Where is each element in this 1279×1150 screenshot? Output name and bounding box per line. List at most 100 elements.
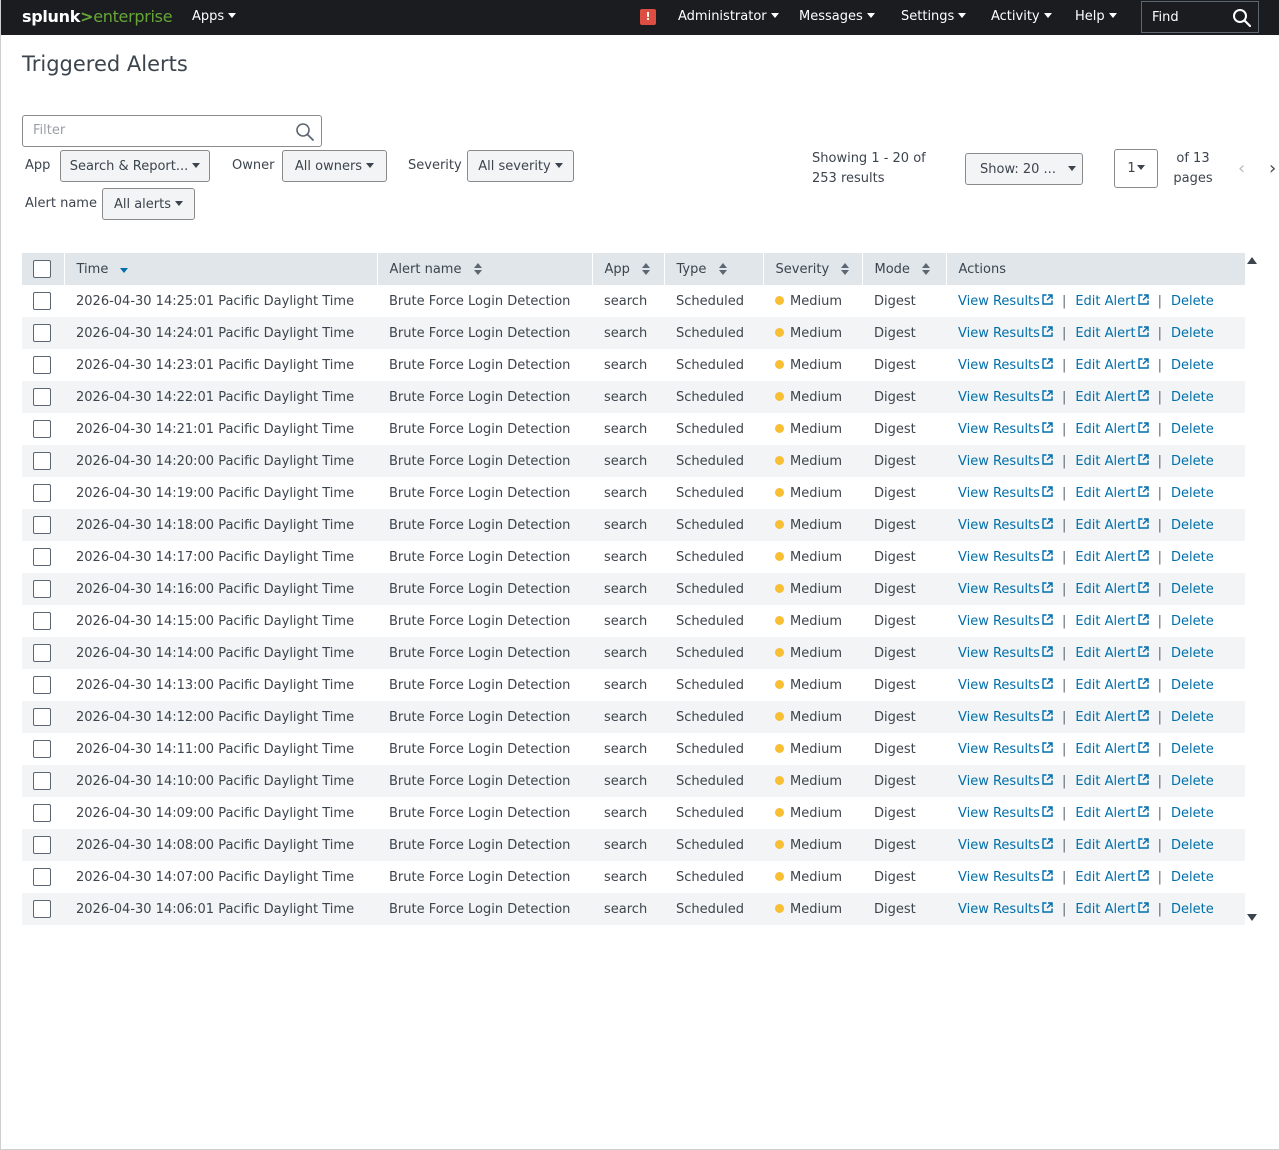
view-results-link[interactable]: View Results (958, 550, 1053, 565)
time-column-header[interactable]: Time (64, 253, 378, 285)
row-checkbox[interactable] (33, 740, 51, 758)
delete-link[interactable]: Delete (1171, 518, 1214, 533)
page-size-dropdown[interactable]: Show: 20 ... (965, 153, 1083, 185)
splunk-logo[interactable]: splunk>enterprise (22, 7, 173, 26)
app-dropdown[interactable]: Search & Report... (60, 150, 210, 182)
row-checkbox[interactable] (33, 580, 51, 598)
row-checkbox[interactable] (33, 548, 51, 566)
select-all-checkbox[interactable] (33, 260, 51, 278)
edit-alert-link[interactable]: Edit Alert (1075, 550, 1149, 565)
row-checkbox[interactable] (33, 388, 51, 406)
view-results-link[interactable]: View Results (958, 838, 1053, 853)
view-results-link[interactable]: View Results (958, 390, 1053, 405)
delete-link[interactable]: Delete (1171, 678, 1214, 693)
delete-link[interactable]: Delete (1171, 742, 1214, 757)
edit-alert-link[interactable]: Edit Alert (1075, 486, 1149, 501)
row-checkbox[interactable] (33, 516, 51, 534)
edit-alert-link[interactable]: Edit Alert (1075, 422, 1149, 437)
view-results-link[interactable]: View Results (958, 518, 1053, 533)
severity-dropdown[interactable]: All severity (467, 150, 574, 182)
edit-alert-link[interactable]: Edit Alert (1075, 358, 1149, 373)
row-checkbox[interactable] (33, 900, 51, 918)
alert-name-column-header[interactable]: Alert name (377, 253, 593, 285)
row-checkbox[interactable] (33, 484, 51, 502)
alert-badge-icon[interactable]: ! (640, 9, 656, 25)
alert-name-dropdown[interactable]: All alerts (102, 188, 195, 220)
edit-alert-link[interactable]: Edit Alert (1075, 742, 1149, 757)
view-results-link[interactable]: View Results (958, 582, 1053, 597)
row-checkbox[interactable] (33, 644, 51, 662)
row-checkbox[interactable] (33, 676, 51, 694)
row-checkbox[interactable] (33, 324, 51, 342)
delete-link[interactable]: Delete (1171, 390, 1214, 405)
view-results-link[interactable]: View Results (958, 358, 1053, 373)
delete-link[interactable]: Delete (1171, 326, 1214, 341)
view-results-link[interactable]: View Results (958, 614, 1053, 629)
delete-link[interactable]: Delete (1171, 550, 1214, 565)
view-results-link[interactable]: View Results (958, 870, 1053, 885)
next-page-button[interactable]: › (1269, 158, 1276, 179)
type-column-header[interactable]: Type (664, 253, 764, 285)
row-checkbox[interactable] (33, 868, 51, 886)
edit-alert-link[interactable]: Edit Alert (1075, 454, 1149, 469)
activity-menu[interactable]: Activity (991, 9, 1052, 24)
view-results-link[interactable]: View Results (958, 326, 1053, 341)
delete-link[interactable]: Delete (1171, 582, 1214, 597)
delete-link[interactable]: Delete (1171, 646, 1214, 661)
edit-alert-link[interactable]: Edit Alert (1075, 710, 1149, 725)
scroll-down-arrow-icon[interactable] (1247, 914, 1257, 921)
edit-alert-link[interactable]: Edit Alert (1075, 774, 1149, 789)
settings-menu[interactable]: Settings (901, 9, 967, 24)
edit-alert-link[interactable]: Edit Alert (1075, 902, 1149, 917)
scroll-up-arrow-icon[interactable] (1247, 257, 1257, 264)
page-number-dropdown[interactable]: 1 (1114, 149, 1158, 188)
edit-alert-link[interactable]: Edit Alert (1075, 838, 1149, 853)
view-results-link[interactable]: View Results (958, 646, 1053, 661)
filter-input[interactable] (33, 123, 293, 138)
delete-link[interactable]: Delete (1171, 486, 1214, 501)
edit-alert-link[interactable]: Edit Alert (1075, 582, 1149, 597)
view-results-link[interactable]: View Results (958, 742, 1053, 757)
delete-link[interactable]: Delete (1171, 902, 1214, 917)
view-results-link[interactable]: View Results (958, 902, 1053, 917)
delete-link[interactable]: Delete (1171, 774, 1214, 789)
view-results-link[interactable]: View Results (958, 774, 1053, 789)
delete-link[interactable]: Delete (1171, 614, 1214, 629)
messages-menu[interactable]: Messages (799, 9, 875, 24)
row-checkbox[interactable] (33, 836, 51, 854)
row-checkbox[interactable] (33, 420, 51, 438)
filter-field[interactable] (22, 115, 322, 147)
administrator-menu[interactable]: Administrator (678, 9, 779, 24)
help-menu[interactable]: Help (1075, 9, 1117, 24)
view-results-link[interactable]: View Results (958, 422, 1053, 437)
row-checkbox[interactable] (33, 292, 51, 310)
edit-alert-link[interactable]: Edit Alert (1075, 870, 1149, 885)
apps-menu[interactable]: Apps (192, 9, 237, 24)
row-checkbox[interactable] (33, 452, 51, 470)
delete-link[interactable]: Delete (1171, 710, 1214, 725)
find-input[interactable]: Find (1141, 1, 1259, 33)
view-results-link[interactable]: View Results (958, 806, 1053, 821)
delete-link[interactable]: Delete (1171, 454, 1214, 469)
delete-link[interactable]: Delete (1171, 422, 1214, 437)
search-icon[interactable] (1232, 8, 1252, 28)
edit-alert-link[interactable]: Edit Alert (1075, 806, 1149, 821)
view-results-link[interactable]: View Results (958, 454, 1053, 469)
delete-link[interactable]: Delete (1171, 294, 1214, 309)
mode-column-header[interactable]: Mode (862, 253, 947, 285)
edit-alert-link[interactable]: Edit Alert (1075, 518, 1149, 533)
prev-page-button[interactable]: ‹ (1238, 158, 1245, 179)
row-checkbox[interactable] (33, 772, 51, 790)
severity-column-header[interactable]: Severity (763, 253, 863, 285)
edit-alert-link[interactable]: Edit Alert (1075, 390, 1149, 405)
row-checkbox[interactable] (33, 804, 51, 822)
view-results-link[interactable]: View Results (958, 294, 1053, 309)
delete-link[interactable]: Delete (1171, 870, 1214, 885)
view-results-link[interactable]: View Results (958, 486, 1053, 501)
edit-alert-link[interactable]: Edit Alert (1075, 614, 1149, 629)
row-checkbox[interactable] (33, 612, 51, 630)
app-column-header[interactable]: App (592, 253, 665, 285)
view-results-link[interactable]: View Results (958, 710, 1053, 725)
edit-alert-link[interactable]: Edit Alert (1075, 294, 1149, 309)
row-checkbox[interactable] (33, 356, 51, 374)
